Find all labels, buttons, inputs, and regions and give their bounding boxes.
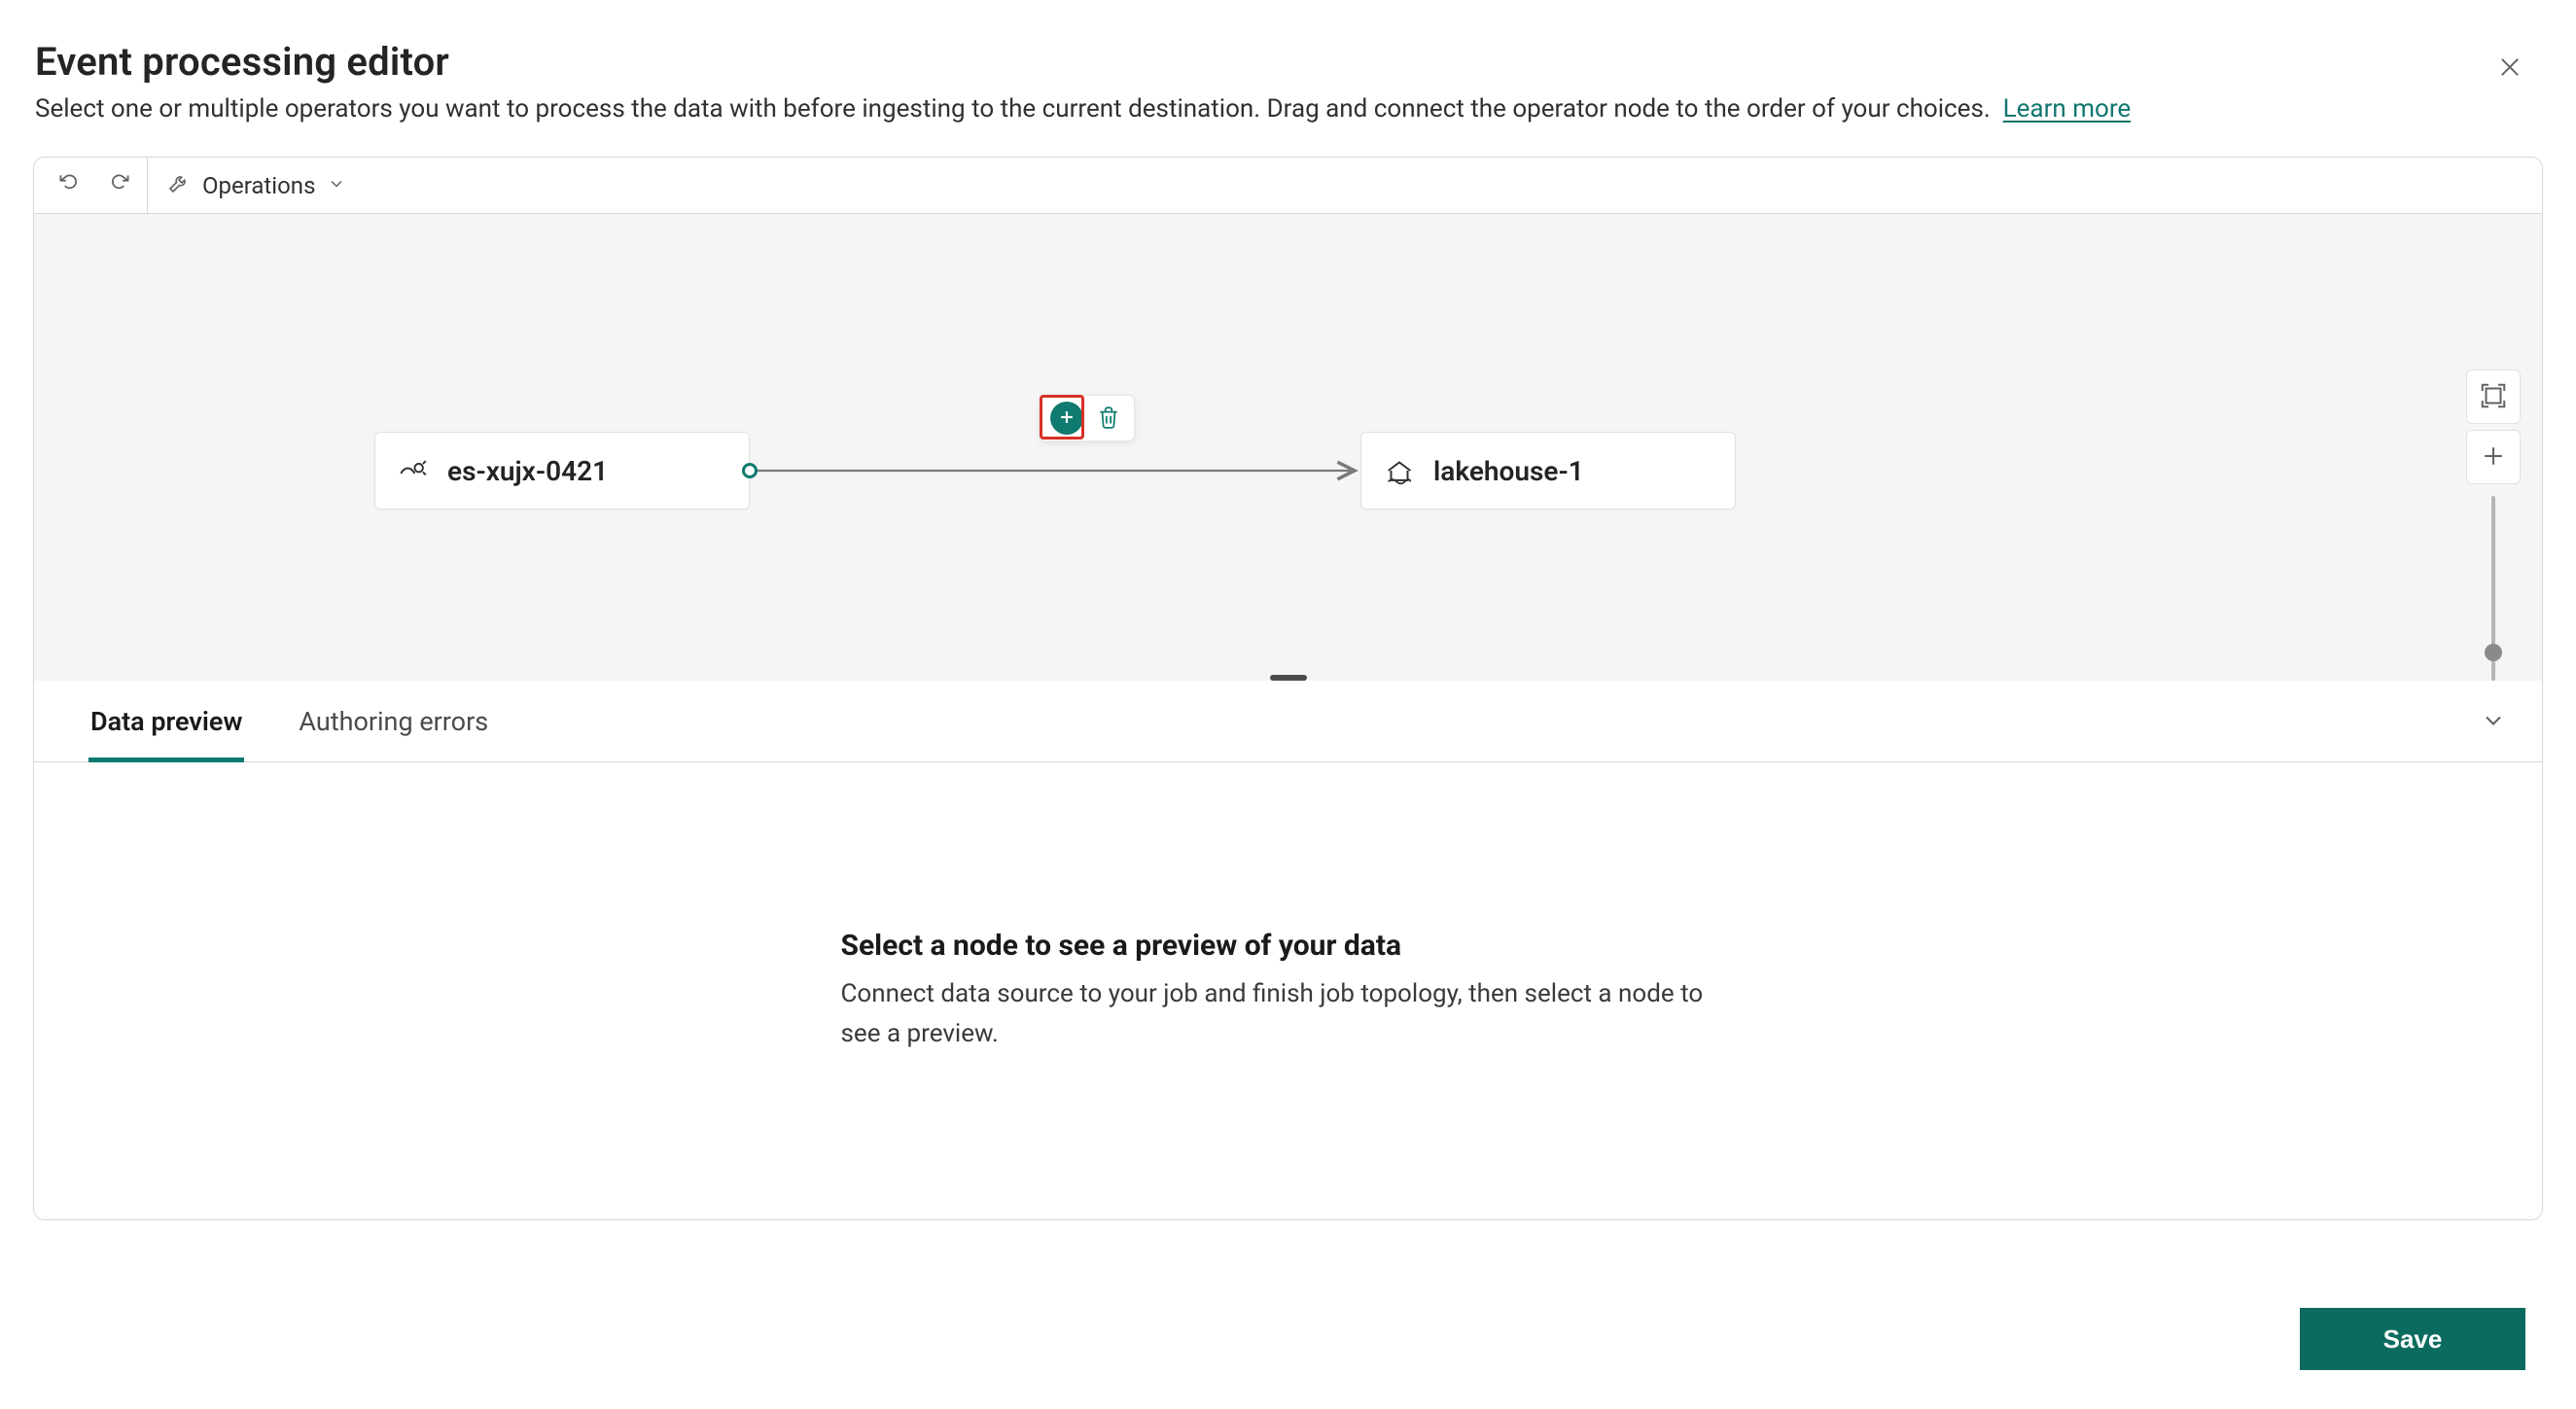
zoom-controls <box>2466 370 2521 681</box>
close-icon <box>2496 53 2523 84</box>
page-subtitle-text: Select one or multiple operators you wan… <box>35 94 1991 123</box>
plus-icon <box>1057 407 1076 430</box>
preview-body: Connect data source to your job and fini… <box>841 974 1736 1053</box>
redo-icon <box>108 171 133 199</box>
tab-data-preview[interactable]: Data preview <box>88 682 244 761</box>
operations-menu[interactable]: Operations <box>148 158 366 213</box>
delete-edge-button[interactable] <box>1093 403 1124 434</box>
trash-icon <box>1096 405 1121 433</box>
wrench-icon <box>167 171 191 200</box>
history-group <box>34 158 147 213</box>
source-node-label: es-xujx-0421 <box>447 455 608 487</box>
destination-node[interactable]: lakehouse-1 <box>1360 432 1736 510</box>
chevron-down-icon <box>327 172 346 199</box>
lakehouse-icon <box>1383 454 1416 487</box>
undo-button[interactable] <box>52 158 85 213</box>
source-output-port[interactable] <box>742 463 758 478</box>
fit-screen-icon <box>2479 381 2508 413</box>
zoom-slider-thumb[interactable] <box>2485 644 2502 661</box>
editor-panel: Operations es-xujx <box>33 157 2543 1220</box>
fit-to-screen-button[interactable] <box>2466 370 2521 424</box>
edge-toolbar <box>1040 395 1135 441</box>
zoom-slider[interactable] <box>2491 496 2495 681</box>
operations-label: Operations <box>202 172 315 199</box>
editor-toolbar: Operations <box>34 158 2542 214</box>
destination-node-label: lakehouse-1 <box>1433 455 1584 487</box>
undo-icon <box>55 171 81 199</box>
add-operator-button[interactable] <box>1050 402 1083 435</box>
page-title: Event processing editor <box>35 39 2541 85</box>
close-button[interactable] <box>2488 47 2531 89</box>
learn-more-link[interactable]: Learn more <box>2003 94 2132 123</box>
page-subtitle: Select one or multiple operators you wan… <box>35 94 2541 123</box>
save-button[interactable]: Save <box>2300 1308 2525 1370</box>
tab-authoring-errors[interactable]: Authoring errors <box>297 682 490 761</box>
plus-icon <box>2479 441 2508 474</box>
collapse-panel-button[interactable] <box>2474 702 2513 741</box>
preview-panel: Select a node to see a preview of your d… <box>34 762 2542 1219</box>
flow-canvas[interactable]: es-xujx-0421 lakehouse-1 <box>34 214 2542 681</box>
redo-button[interactable] <box>104 158 137 213</box>
bottom-tabs: Data preview Authoring errors <box>34 681 2542 762</box>
source-node[interactable]: es-xujx-0421 <box>374 432 750 510</box>
eventstream-icon <box>397 454 430 487</box>
editor-header: Event processing editor Select one or mu… <box>0 0 2576 137</box>
preview-title: Select a node to see a preview of your d… <box>841 929 1736 963</box>
zoom-in-button[interactable] <box>2466 430 2521 484</box>
chevron-down-icon <box>2480 707 2507 737</box>
